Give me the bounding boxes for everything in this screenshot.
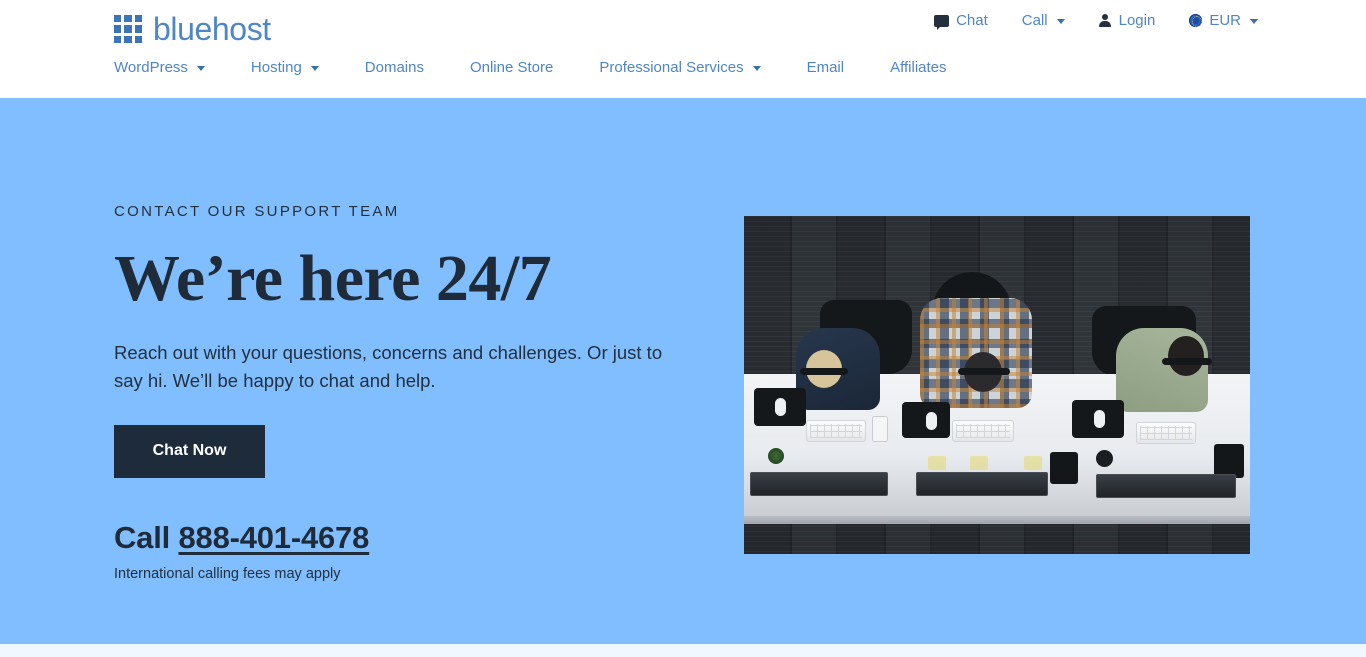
chevron-down-icon [752,66,761,71]
photo-headset [800,368,848,375]
photo-smartphone [872,416,888,442]
photo-sticky-note [1024,456,1042,470]
below-hero-strip [0,644,1366,657]
chevron-down-icon [196,66,205,71]
nav-item-professional-services[interactable]: Professional Services [599,59,761,76]
utility-currency-label: EUR [1209,12,1241,29]
logo-wordmark: bluehost [153,11,271,47]
photo-desk-edge [744,516,1250,524]
photo-mouse [775,398,786,416]
person-icon [1099,13,1112,28]
hero-copy: CONTACT OUR SUPPORT TEAM We’re here 24/7… [114,204,714,581]
nav-item-wordpress[interactable]: WordPress [114,60,205,75]
photo-sticky-note [970,456,988,470]
utility-call-label: Call [1021,12,1048,29]
chevron-down-icon [1250,19,1258,24]
chevron-down-icon [310,66,319,71]
photo-monitor [1096,474,1236,498]
globe-icon [1189,14,1203,27]
utility-currency-dropdown[interactable]: EUR [1189,13,1258,28]
nav-label: Email [806,59,845,76]
nav-label: Affiliates [890,59,947,76]
call-line: Call 888-401-4678 [114,522,714,553]
utility-login-label: Login [1118,12,1156,29]
nav-label: WordPress [114,59,188,76]
utility-login-link[interactable]: Login [1099,12,1156,29]
photo-person-head [1168,336,1204,376]
main-navigation: WordPress Hosting Domains Online Store P… [114,60,947,75]
site-header: bluehost Chat Call Login EUR WordPress H… [0,0,1366,98]
nav-label: Domains [364,59,424,76]
phone-number-link[interactable]: 888-401-4678 [178,520,369,555]
nav-label: Hosting [250,59,302,76]
chat-now-button[interactable]: Chat Now [114,424,265,478]
photo-cup [1096,450,1113,467]
chat-bubble-icon [934,14,950,30]
nav-item-affiliates[interactable]: Affiliates [890,60,946,75]
photo-keyboard [952,420,1014,442]
photo-mouse [1094,410,1105,428]
call-prefix-label: Call [114,519,171,555]
photo-plant [768,448,784,464]
page-title: We’re here 24/7 [114,242,552,315]
support-team-photo [744,216,1250,554]
utility-chat-link[interactable]: Chat [934,12,988,30]
photo-headset [1162,358,1212,365]
nav-item-email[interactable]: Email [807,60,845,75]
photo-desk-phone [1050,452,1078,484]
bluehost-logo[interactable]: bluehost [114,13,271,45]
grid-logo-icon [114,15,142,43]
hero-subtitle: Reach out with your questions, concerns … [114,342,663,391]
nav-label: Online Store [469,59,554,76]
photo-keyboard [1136,422,1196,444]
photo-sticky-note [928,456,946,470]
nav-item-domains[interactable]: Domains [365,60,424,75]
hero-section: CONTACT OUR SUPPORT TEAM We’re here 24/7… [0,98,1366,644]
photo-headset [958,368,1010,375]
photo-monitor [750,472,888,496]
utility-chat-label: Chat [956,12,988,29]
nav-label: Professional Services [599,59,744,76]
call-fine-print: International calling fees may apply [114,565,341,582]
hero-eyebrow: CONTACT OUR SUPPORT TEAM [114,203,400,220]
photo-keyboard [806,420,866,442]
photo-monitor [916,472,1048,496]
chevron-down-icon [1056,19,1065,24]
photo-desk-phone [1214,444,1244,478]
utility-nav: Chat Call Login EUR [934,12,1258,30]
nav-item-hosting[interactable]: Hosting [251,60,319,75]
photo-mouse [926,412,937,430]
utility-call-dropdown[interactable]: Call [1022,13,1065,28]
nav-item-online-store[interactable]: Online Store [470,60,553,75]
